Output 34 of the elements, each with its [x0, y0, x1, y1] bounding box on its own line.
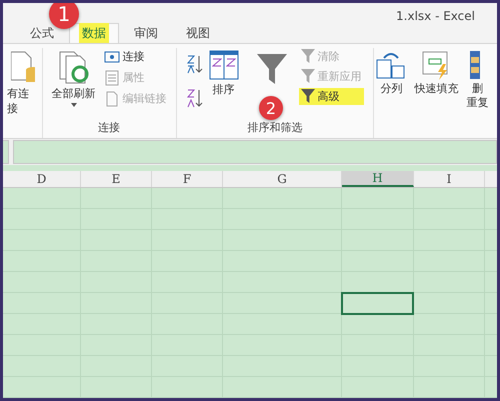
sort-icon	[186, 54, 203, 74]
document-icon	[104, 90, 120, 107]
link-icon	[104, 48, 120, 65]
ribbon-button[interactable]: 快速填充	[412, 48, 460, 138]
refresh-all-button[interactable]: 全部刷新	[50, 48, 98, 120]
column-header[interactable]: E	[81, 171, 152, 187]
group-label: 排序和筛选	[248, 120, 303, 136]
filter-button[interactable]	[256, 54, 287, 84]
ribbon-button[interactable]: 分列	[374, 48, 408, 138]
connections-button[interactable]: 有连接	[3, 48, 42, 138]
ribbon-tab[interactable]: 审阅	[121, 22, 171, 43]
filter-icon	[300, 69, 315, 84]
caret-icon	[70, 102, 77, 107]
column-header[interactable]: H	[342, 171, 414, 187]
ribbon-button[interactable]: 删 重复	[464, 48, 490, 138]
column-header[interactable]: D	[3, 171, 81, 187]
sort-icon	[186, 88, 203, 108]
database-icon	[11, 50, 36, 84]
ribbon-tab[interactable]: 视图	[173, 22, 223, 43]
ribbon-button[interactable]: 高级	[298, 88, 364, 105]
ribbon-button[interactable]: 连接	[102, 48, 169, 66]
sort-button[interactable]: 排序	[206, 48, 241, 120]
column-header[interactable]: F	[152, 171, 223, 187]
filter-icon	[256, 54, 287, 84]
window-title: 1.xlsx - Excel	[396, 8, 475, 23]
list-icon	[104, 70, 120, 86]
ribbon-tab[interactable]: 数据	[69, 22, 119, 43]
filter-icon	[300, 89, 315, 104]
group-label: 连接	[98, 120, 120, 136]
sort-grid-icon	[208, 50, 239, 80]
filter-icon	[300, 49, 315, 64]
column-header[interactable]: I	[414, 171, 485, 187]
refresh-icon	[58, 50, 90, 84]
active-cell[interactable]	[342, 293, 413, 314]
